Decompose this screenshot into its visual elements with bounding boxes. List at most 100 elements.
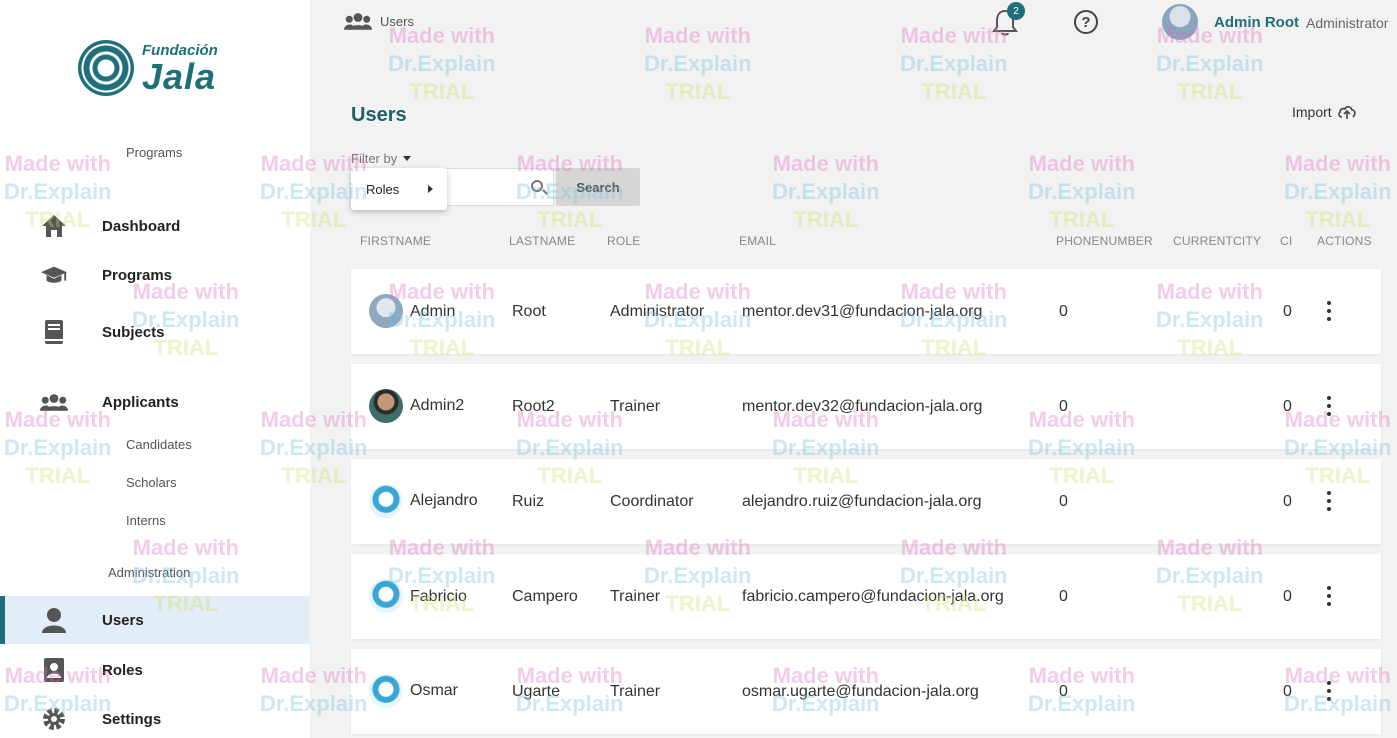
current-user-avatar[interactable] [1162, 4, 1198, 40]
avatar [369, 294, 403, 328]
watermark-line3: TRIAL [1305, 207, 1371, 232]
watermark-line2: Dr.Explain [1028, 179, 1136, 204]
cell-firstname: Admin2 [410, 397, 465, 414]
upload-cloud-icon [1337, 106, 1356, 119]
cell-email: osmar.ugarte@fundacion-jala.org [742, 683, 979, 700]
watermark-line3: TRIAL [921, 79, 987, 104]
column-header-firstname[interactable]: FIRSTNAME [360, 234, 431, 248]
current-user-name[interactable]: Admin Root [1214, 14, 1299, 31]
avatar [369, 484, 403, 518]
graduation-cap-icon [40, 261, 68, 289]
cell-role: Administrator [610, 303, 705, 320]
sidebar-item-programs[interactable]: Programs [0, 251, 310, 299]
cell-lastname: Campero [512, 588, 578, 605]
cell-ci: 0 [1283, 493, 1292, 510]
sidebar-item-applicants[interactable]: Applicants [0, 378, 310, 426]
watermark: Made with Dr.Explain TRIAL [1284, 150, 1392, 234]
watermark-line3: TRIAL [409, 79, 475, 104]
sidebar-item-label: Roles [102, 661, 143, 679]
watermark: Made with Dr.Explain TRIAL [644, 22, 752, 106]
column-header-email[interactable]: EMAIL [739, 234, 776, 248]
notification-count-badge: 2 [1007, 2, 1025, 20]
watermark-line3: TRIAL [665, 79, 731, 104]
cell-ci: 0 [1283, 398, 1292, 415]
table-row[interactable]: Admin Root Administrator mentor.dev31@fu… [351, 269, 1381, 354]
import-button[interactable]: Import [1292, 104, 1356, 120]
cell-lastname: Ugarte [512, 683, 561, 700]
import-label: Import [1292, 104, 1332, 120]
watermark: Made with Dr.Explain TRIAL [772, 150, 880, 234]
more-actions-icon[interactable] [1323, 301, 1335, 321]
cell-role: Trainer [610, 398, 661, 415]
sidebar-subitem-scholars[interactable]: Scholars [126, 475, 177, 490]
sidebar: Fundación Jala Programs Dashboard Progra… [0, 0, 310, 738]
sidebar-subitem-candidates[interactable]: Candidates [126, 437, 192, 452]
cell-firstname: Admin [410, 303, 456, 320]
administration-heading: Administration [108, 565, 191, 580]
more-actions-icon[interactable] [1323, 396, 1335, 416]
avatar [369, 389, 403, 423]
more-actions-icon[interactable] [1323, 681, 1335, 701]
sidebar-item-users[interactable]: Users [0, 596, 310, 644]
sidebar-item-roles[interactable]: Roles [0, 646, 310, 694]
cell-role: Trainer [610, 588, 661, 605]
logo-mark-icon [78, 40, 134, 96]
filter-by-dropdown[interactable]: Filter by [351, 151, 412, 166]
sidebar-item-subjects[interactable]: Subjects [0, 308, 310, 356]
sidebar-item-dashboard[interactable]: Dashboard [0, 202, 310, 250]
cell-firstname: Alejandro [410, 492, 478, 509]
user-icon [40, 606, 68, 634]
group-icon [40, 388, 68, 416]
column-header-actions: ACTIONS [1317, 234, 1372, 248]
cell-ci: 0 [1283, 588, 1292, 605]
column-header-role[interactable]: ROLE [607, 234, 640, 248]
cell-firstname: Fabricio [410, 588, 467, 605]
watermark-line3: TRIAL [793, 207, 859, 232]
cell-role: Trainer [610, 683, 661, 700]
more-actions-icon[interactable] [1323, 586, 1335, 606]
cell-ci: 0 [1283, 303, 1292, 320]
filter-menu-item-roles[interactable]: Roles [351, 168, 447, 210]
search-icon [531, 180, 543, 192]
watermark-line1: Made with [1284, 151, 1391, 176]
sidebar-item-settings[interactable]: Settings [0, 695, 310, 738]
column-header-currentcity[interactable]: CURRENTCITY [1173, 234, 1261, 248]
caret-right-icon [428, 185, 433, 193]
caret-down-icon [403, 156, 412, 161]
table-row[interactable]: Alejandro Ruiz Coordinator alejandro.rui… [351, 459, 1381, 544]
search-input[interactable] [444, 168, 554, 206]
sidebar-subitem-interns[interactable]: Interns [126, 513, 166, 528]
cell-email: fabricio.campero@fundacion-jala.org [742, 588, 1004, 605]
table-row[interactable]: Osmar Ugarte Trainer osmar.ugarte@fundac… [351, 649, 1381, 734]
gear-icon [40, 705, 68, 733]
cell-firstname: Osmar [410, 682, 458, 699]
sidebar-item-label: Users [102, 611, 144, 629]
table-row[interactable]: Admin2 Root2 Trainer mentor.dev32@fundac… [351, 364, 1381, 449]
sidebar-item-label: Subjects [102, 323, 165, 341]
watermark-line2: Dr.Explain [900, 51, 1008, 76]
help-icon[interactable]: ? [1074, 10, 1098, 34]
column-header-ci[interactable]: CI [1280, 234, 1292, 248]
cell-role: Coordinator [610, 493, 694, 510]
watermark-line3: TRIAL [1049, 207, 1115, 232]
watermark-line2: Dr.Explain [1156, 51, 1264, 76]
cell-lastname: Root [512, 303, 546, 320]
avatar [369, 579, 403, 613]
search-button[interactable]: Search [556, 168, 640, 206]
watermark-line2: Dr.Explain [772, 179, 880, 204]
column-header-phonenumber[interactable]: PHONENUMBER [1056, 234, 1153, 248]
watermark-line1: Made with [644, 23, 751, 48]
programs-heading: Programs [126, 145, 183, 160]
app-root: Fundación Jala Programs Dashboard Progra… [0, 0, 1397, 738]
group-icon [344, 13, 372, 30]
more-actions-icon[interactable] [1323, 491, 1335, 511]
watermark-line1: Made with [772, 151, 879, 176]
home-icon [40, 212, 68, 240]
logo-text-line2: Jala [142, 56, 217, 97]
fundacion-jala-logo[interactable]: Fundación Jala [78, 38, 238, 100]
table-row[interactable]: Fabricio Campero Trainer fabricio.camper… [351, 554, 1381, 639]
cell-phonenumber: 0 [1059, 683, 1068, 700]
column-header-lastname[interactable]: LASTNAME [509, 234, 575, 248]
sidebar-item-label: Applicants [102, 393, 179, 411]
cell-email: mentor.dev31@fundacion-jala.org [742, 303, 983, 320]
